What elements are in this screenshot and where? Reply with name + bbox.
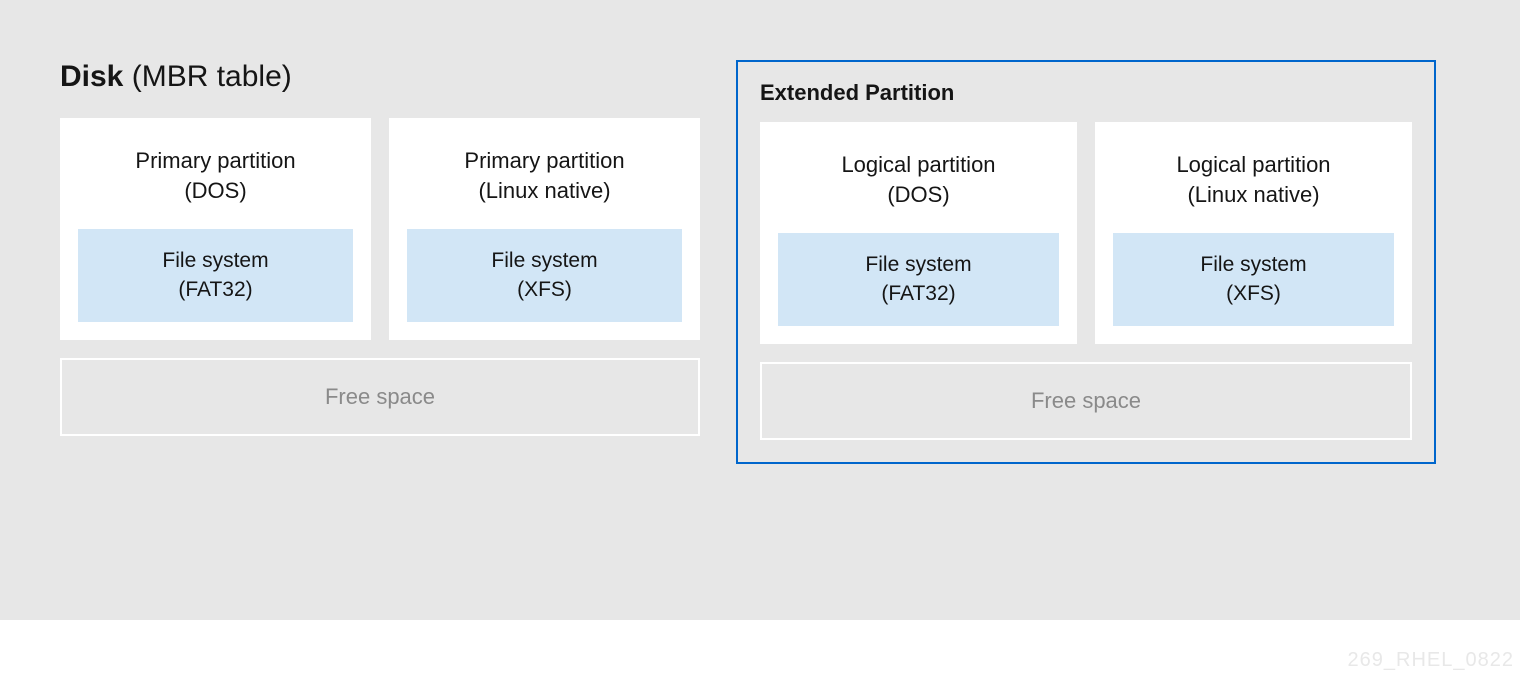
filesystem-box: File system (XFS) [1113, 233, 1394, 326]
free-space-box: Free space [760, 362, 1412, 440]
diagram-canvas: Disk (MBR table) Primary partition (DOS)… [0, 0, 1520, 620]
logical-partition-row: Logical partition (DOS) File system (FAT… [760, 122, 1412, 344]
columns-wrapper: Primary partition (DOS) File system (FAT… [60, 118, 1480, 464]
filesystem-label: File system (XFS) [1123, 251, 1384, 308]
logical-partition-card: Logical partition (DOS) File system (FAT… [760, 122, 1077, 344]
partition-label: Logical partition (Linux native) [1113, 150, 1394, 209]
primary-partition-group: Primary partition (DOS) File system (FAT… [60, 118, 700, 464]
free-space-box: Free space [60, 358, 700, 436]
disk-title-rest: (MBR table) [123, 60, 291, 93]
filesystem-label: File system (FAT32) [788, 251, 1049, 308]
logical-partition-card: Logical partition (Linux native) File sy… [1095, 122, 1412, 344]
extended-partition-group: Extended Partition Logical partition (DO… [736, 60, 1436, 464]
watermark-text: 269_RHEL_0822 [1348, 649, 1514, 672]
primary-partition-card: Primary partition (DOS) File system (FAT… [60, 118, 371, 340]
partition-label: Logical partition (DOS) [778, 150, 1059, 209]
extended-partition-heading: Extended Partition [760, 80, 1412, 106]
primary-partition-card: Primary partition (Linux native) File sy… [389, 118, 700, 340]
filesystem-box: File system (FAT32) [78, 229, 353, 322]
filesystem-box: File system (FAT32) [778, 233, 1059, 326]
partition-label: Primary partition (DOS) [78, 146, 353, 205]
primary-partition-row: Primary partition (DOS) File system (FAT… [60, 118, 700, 340]
disk-title-bold: Disk [60, 60, 123, 93]
partition-label: Primary partition (Linux native) [407, 146, 682, 205]
filesystem-label: File system (XFS) [417, 247, 672, 304]
filesystem-label: File system (FAT32) [88, 247, 343, 304]
filesystem-box: File system (XFS) [407, 229, 682, 322]
